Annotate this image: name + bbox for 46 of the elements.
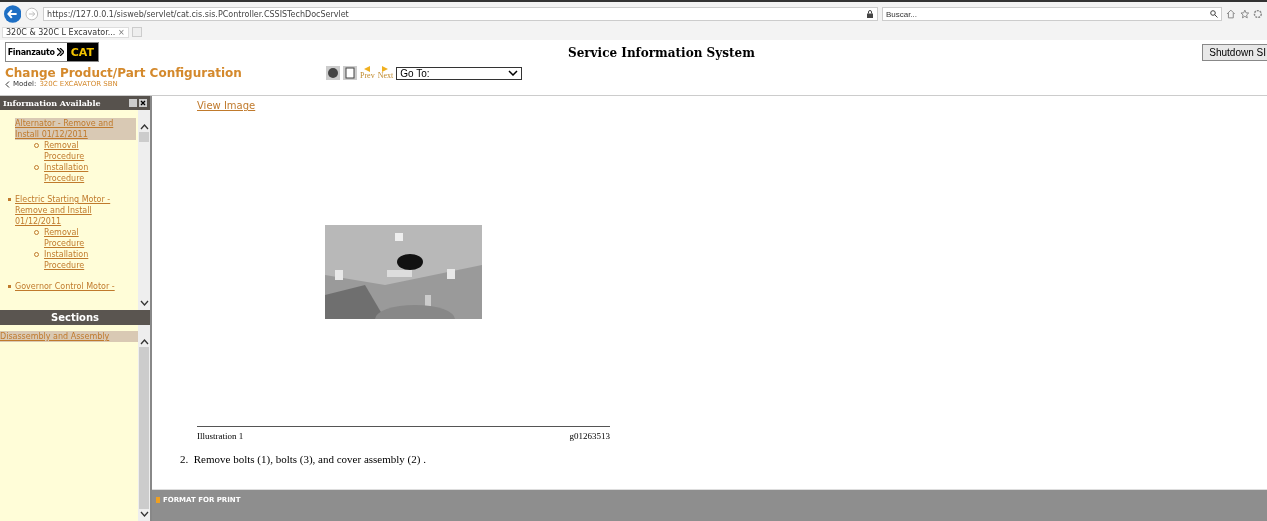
tree-link[interactable]: Governor Control Motor - [15,281,115,292]
star-icon[interactable] [1239,9,1250,19]
close-icon[interactable] [139,99,147,107]
back-icon[interactable] [4,5,22,23]
scroll-down-icon[interactable] [139,300,149,306]
shutdown-button[interactable]: Shutdown SI [1202,44,1267,61]
logo: Finanzauto CAT [5,42,99,62]
chevron-down-icon [508,70,519,76]
scrollbar[interactable] [138,325,150,521]
home-icon[interactable] [1225,9,1236,19]
bullet-icon [8,198,11,201]
forward-icon[interactable] [25,7,40,21]
tree-link[interactable]: Alternator - Remove and Install 01/12/2011 [15,118,136,140]
tree-link[interactable]: Electric Starting Motor - Remove and Install 01/12/2011 [15,194,136,227]
scrollbar[interactable] [138,110,150,310]
illustration-caption: Illustration 1 [197,431,244,441]
panel-title: Information Available [3,98,101,108]
tree-link[interactable]: Installation Procedure [44,249,104,271]
illustration-code: g01263513 [569,431,610,441]
step-text: 2. Remove bolts (1), bolts (3), and cover assembly (2) . [180,453,427,465]
browser-tab[interactable]: 320C & 320C L Excavator... × [2,26,129,38]
next-button[interactable]: Next [377,66,394,80]
close-icon[interactable]: × [117,27,125,37]
section-link[interactable]: Disassembly and Assembly [0,331,138,342]
page-title: Service Information System [568,46,755,60]
change-configuration-link[interactable]: Change Product/Part Configuration [5,66,242,80]
document-icon[interactable] [343,66,357,80]
tree-link[interactable]: Removal Procedure [44,227,104,249]
scroll-thumb[interactable] [139,347,149,509]
bullet-icon [8,285,11,288]
left-arrow-icon [364,66,371,72]
scroll-up-icon[interactable] [139,124,149,130]
scroll-down-icon[interactable] [139,511,149,517]
scroll-up-icon[interactable] [139,339,149,345]
search-field[interactable]: Buscar... [881,7,1222,21]
search-icon[interactable] [1209,10,1218,18]
view-image-link[interactable]: View Image [197,100,256,111]
prev-button[interactable]: Prev [360,66,375,80]
address-bar[interactable]: https://127.0.0.1/sisweb/servlet/cat.cis.sis.PController.CSSISTechDocServlet [43,7,878,21]
scroll-thumb[interactable] [139,132,149,142]
sections-title: Sections [50,312,100,323]
goto-dropdown[interactable]: Go To: [396,66,523,80]
tree-link[interactable]: Removal Procedure [44,140,104,162]
tree-link[interactable]: Installation Procedure [44,162,104,184]
right-arrow-icon [382,66,389,72]
lock-icon [865,10,874,18]
